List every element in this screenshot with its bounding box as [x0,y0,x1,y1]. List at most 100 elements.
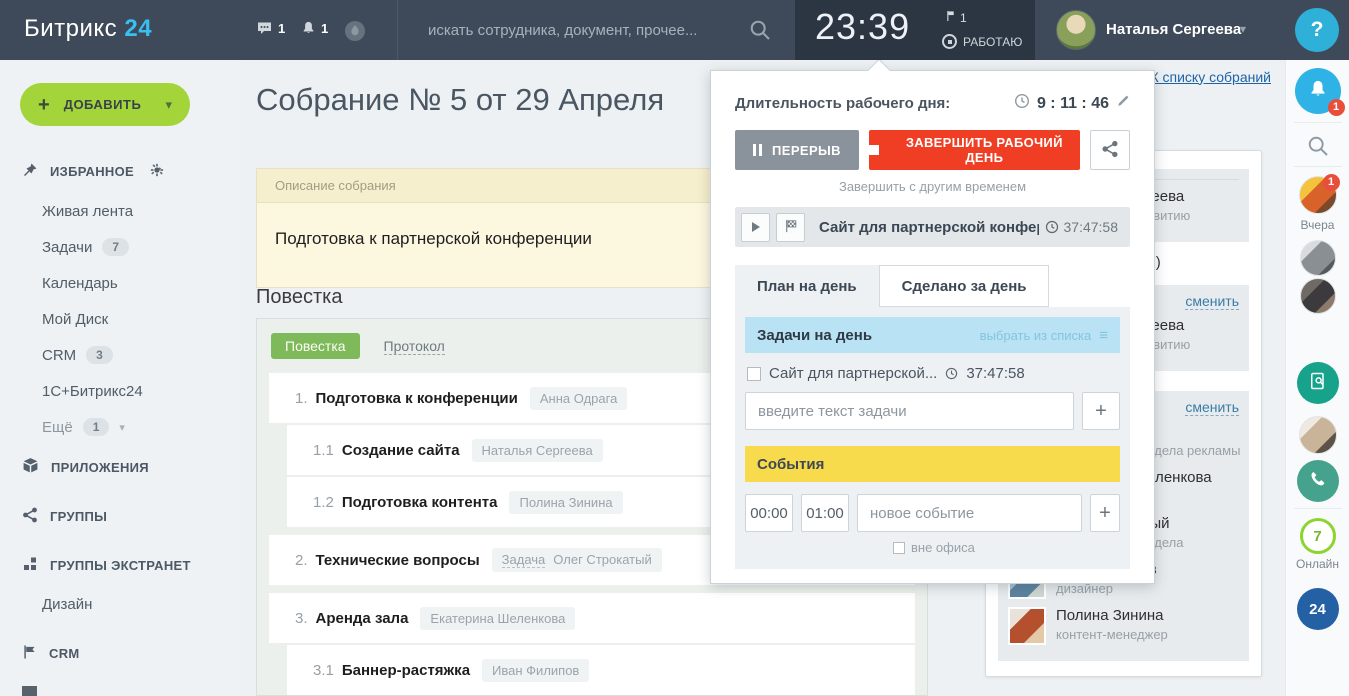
yesterday-label: Вчера [1301,218,1335,232]
divider [1294,166,1342,167]
sidebar-item-calendar[interactable]: Календарь [0,270,240,296]
finish-other-time-link[interactable]: Завершить с другим временем [711,179,1154,194]
sidebar-item-crm[interactable]: CRM3 [0,342,240,368]
pencil-icon[interactable] [1116,94,1130,113]
chat-contact-avatar[interactable] [1299,416,1337,454]
network-button[interactable] [344,20,366,42]
agenda-item-3-1[interactable]: 3.1 Баннер-растяжка Иван Филипов [287,645,915,695]
responsible-badge: Екатерина Шеленкова [420,607,575,630]
sidebar-item-1c-bitrix24[interactable]: 1С+Битрикс24 [0,378,240,404]
responsible-badge: ЗадачаОлег Строкатый [492,548,662,572]
task-link[interactable]: Задача [502,552,546,568]
choose-from-list-link[interactable]: выбрать из списка [980,328,1092,343]
chat-button[interactable]: 1 [256,20,285,36]
event-start-time-input[interactable] [745,494,793,532]
change-members-link[interactable]: сменить [1185,399,1239,416]
partial-section-icon [22,686,37,696]
bitrix24-network-button[interactable]: 24 [1297,588,1339,630]
popup-tab-bar: План на день Сделано за день [735,265,1130,307]
play-button[interactable] [741,213,770,242]
online-counter[interactable]: 7 [1300,518,1336,554]
responsible-badge: Иван Филипов [482,659,589,682]
share-button[interactable] [1090,130,1130,170]
telephony-button[interactable] [1297,460,1339,502]
user-avatar[interactable] [1056,10,1096,50]
sidebar-section-extranet-groups[interactable]: ГРУППЫ ЭКСТРАНЕТ [0,552,240,578]
tab-protocol[interactable]: Протокол [384,338,445,355]
flag-counter: 1 [945,10,967,25]
crm-badge: 3 [86,346,113,364]
bell-icon [1308,79,1328,104]
clock-time: 23:39 [815,6,910,48]
current-task-time: 37:47:58 [1064,219,1119,235]
event-end-time-input[interactable] [801,494,849,532]
online-label: Онлайн [1296,557,1339,571]
chevron-down-icon[interactable]: ▾ [1240,22,1246,36]
tasks-header-bar: Задачи на день выбрать из списка ≡ [745,317,1120,353]
change-secretary-link[interactable]: сменить [1185,293,1239,310]
help-button[interactable]: ? [1295,8,1339,52]
current-task-title[interactable]: Сайт для партнерской конфер... [819,219,1039,236]
workday-clock-widget[interactable]: 23:39 1 РАБОТАЮ [795,0,1035,60]
sidebar-section-apps[interactable]: ПРИЛОЖЕНИЯ [0,454,240,480]
notifications-bell-button[interactable]: 1 [1295,68,1341,114]
sidebar-item-more[interactable]: Ещё1▾ [0,414,240,440]
bell-icon [301,20,316,36]
top-bar: Битрикс 24 1 1 23:39 1 РАБОТАЮ [0,0,1349,60]
chat-count: 1 [278,21,285,36]
sidebar-item-design[interactable]: Дизайн [0,591,240,617]
agenda-heading: Повестка [256,286,343,309]
chat-contact-avatar[interactable]: 1 [1299,176,1337,214]
hamburger-icon[interactable]: ≡ [1099,327,1108,344]
clock-icon [945,367,958,380]
add-event-button[interactable]: + [1090,494,1120,532]
duration-value: 9 : 11 : 46 [1037,95,1109,113]
sidebar-item-my-drive[interactable]: Мой Диск [0,306,240,332]
divider [1294,122,1342,123]
task-label[interactable]: Сайт для партнерской... [769,365,937,382]
gear-icon[interactable] [150,163,164,180]
rail-search-button[interactable] [1306,134,1330,163]
crm-flag-icon [22,644,37,663]
sidebar-section-crm[interactable]: CRM [0,640,240,666]
out-of-office-checkbox[interactable] [893,542,905,554]
add-button[interactable]: + ДОБАВИТЬ ▾ [20,83,190,126]
status-recording-icon [942,34,957,49]
search-icon[interactable] [748,18,772,47]
document-search-button[interactable] [1297,362,1339,404]
sidebar-section-groups[interactable]: ГРУППЫ [0,503,240,529]
workday-popup: Длительность рабочего дня: 9 : 11 : 46 П… [710,70,1155,584]
pin-icon [22,162,38,181]
plan-tab-content: Задачи на день выбрать из списка ≡ Сайт … [735,307,1130,569]
new-task-input[interactable] [745,392,1074,430]
tab-done-for-day[interactable]: Сделано за день [879,265,1050,307]
task-checkbox[interactable] [747,367,761,381]
user-name[interactable]: Наталья Сергеева [1106,21,1241,38]
divider [1294,508,1342,509]
duration-label: Длительность рабочего дня: [735,95,1014,112]
new-event-input[interactable] [857,494,1082,532]
chat-contact-avatar[interactable] [1300,278,1336,314]
member-entry[interactable]: Полина Зинина контент-менеджер [1008,607,1239,645]
add-task-button[interactable]: + [1082,392,1120,430]
sidebar-item-tasks[interactable]: Задачи7 [0,234,240,260]
out-of-office-row: вне офиса [893,540,1120,555]
sidebar-item-live-feed[interactable]: Живая лента [0,198,240,224]
avatar [1008,607,1046,645]
bitrix24-logo[interactable]: Битрикс 24 [24,15,152,43]
search-input[interactable] [428,14,728,46]
responsible-badge: Анна Одрага [530,387,627,410]
finish-task-button[interactable] [776,213,805,242]
work-status: РАБОТАЮ [942,34,1022,49]
tab-plan-for-day[interactable]: План на день [735,265,879,307]
out-of-office-label: вне офиса [911,540,975,555]
notifications-button[interactable]: 1 [301,20,328,36]
tab-agenda[interactable]: Повестка [271,333,360,359]
break-button[interactable]: ПЕРЕРЫВ [735,130,859,170]
sidebar-section-favorites[interactable]: ИЗБРАННОЕ [0,158,240,184]
topbar-divider [397,0,398,60]
finish-workday-button[interactable]: ЗАВЕРШИТЬ РАБОЧИЙ ДЕНЬ [869,130,1080,170]
agenda-item-3[interactable]: 3. Аренда зала Екатерина Шеленкова [269,593,915,643]
chat-contact-avatar[interactable] [1300,240,1336,276]
task-time: 37:47:58 [966,365,1024,382]
